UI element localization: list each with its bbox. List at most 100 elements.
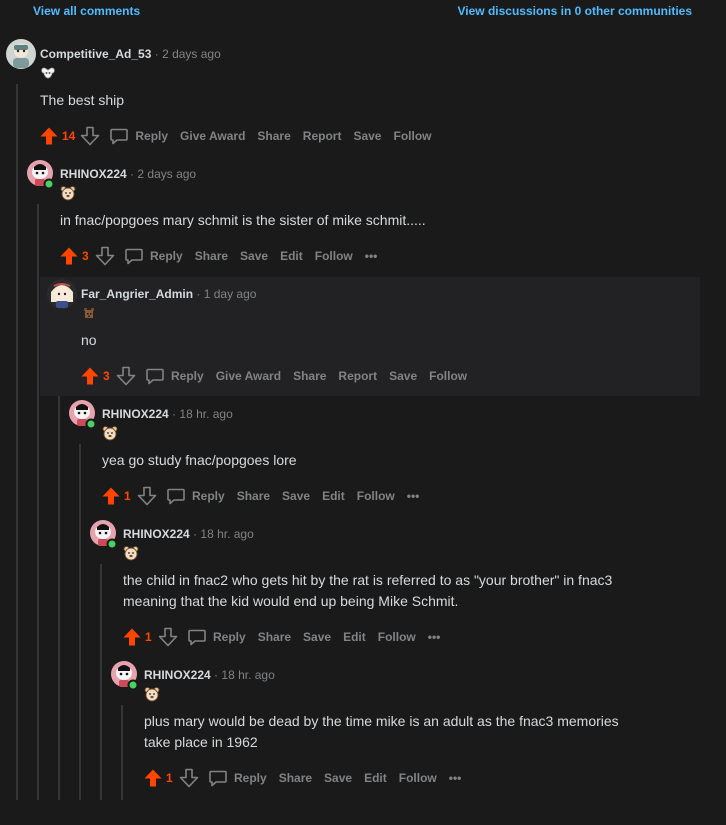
save-button[interactable]: Save [353,129,381,143]
comment-text-line: the child in fnac2 who gets hit by the r… [123,572,613,588]
user-avatar[interactable] [88,518,120,550]
view-all-comments-link[interactable]: View all comments [33,4,140,18]
timestamp[interactable]: 1 day ago [204,287,257,301]
thread-line[interactable] [37,204,39,800]
save-button[interactable]: Save [389,369,417,383]
reply-button[interactable]: Reply [124,246,183,266]
give-award-button[interactable]: Give Award [180,129,245,143]
thread-line[interactable] [121,705,123,800]
vote-score: 14 [62,129,76,143]
upvote-icon[interactable] [121,626,143,648]
username[interactable]: RHINOX224 [102,407,169,421]
reply-icon [166,486,186,506]
username[interactable]: Far_Angrier_Admin [81,287,193,301]
reply-button[interactable]: Reply [145,366,204,386]
report-button[interactable]: Report [338,369,377,383]
give-award-button[interactable]: Give Award [216,369,281,383]
user-avatar[interactable] [46,278,78,310]
more-options-icon[interactable]: ••• [428,630,441,644]
follow-button[interactable]: Follow [399,771,437,785]
more-options-icon[interactable]: ••• [449,771,462,785]
user-avatar[interactable] [109,659,141,691]
more-options-icon[interactable]: ••• [407,489,420,503]
share-button[interactable]: Share [257,129,290,143]
edit-button[interactable]: Edit [343,630,366,644]
upvote-icon[interactable] [58,245,80,267]
more-options-icon[interactable]: ••• [365,249,378,263]
save-button[interactable]: Save [282,489,310,503]
vote-score: 3 [103,369,110,383]
vote-score: 1 [166,771,173,785]
reply-button[interactable]: Reply [208,768,267,788]
comment-body: plus mary would be dead by the time mike… [144,711,619,753]
reply-icon [187,627,207,647]
upvote-icon[interactable] [38,125,60,147]
upvote-icon[interactable] [142,767,164,789]
username[interactable]: Competitive_Ad_53 [40,47,151,61]
username[interactable]: RHINOX224 [60,167,127,181]
follow-button[interactable]: Follow [315,249,353,263]
thread-line[interactable] [100,564,102,800]
timestamp[interactable]: 2 days ago [162,47,221,61]
downvote-icon[interactable] [157,626,179,648]
save-button[interactable]: Save [240,249,268,263]
upvote-icon[interactable] [79,365,101,387]
vote-score: 3 [82,249,89,263]
reply-button[interactable]: Reply [187,627,246,647]
reply-button[interactable]: Reply [166,486,225,506]
timestamp[interactable]: 18 hr. ago [179,407,232,421]
separator-dot: · [214,668,219,682]
reply-icon [208,768,228,788]
share-button[interactable]: Share [258,630,291,644]
timestamp[interactable]: 2 days ago [137,167,196,181]
comment-actions: 14 Reply Give Award Share Report Save Fo… [38,124,443,148]
reply-button[interactable]: Reply [109,126,168,146]
comment-text-line: yea go study fnac/popgoes lore [102,452,297,468]
bear-face-icon [144,686,160,702]
username[interactable]: RHINOX224 [123,527,190,541]
downvote-icon[interactable] [79,125,101,147]
vote-score: 1 [145,630,152,644]
report-button[interactable]: Report [303,129,342,143]
bear-face-icon [102,425,118,441]
share-button[interactable]: Share [293,369,326,383]
share-button[interactable]: Share [195,249,228,263]
thread-line[interactable] [16,84,18,800]
follow-button[interactable]: Follow [429,369,467,383]
comment-meta: RHINOX224 · 2 days ago [60,167,196,181]
user-avatar[interactable] [25,158,57,190]
follow-button[interactable]: Follow [378,630,416,644]
view-discussions-link[interactable]: View discussions in 0 other communities [457,4,692,18]
timestamp[interactable]: 18 hr. ago [200,527,253,541]
timestamp[interactable]: 18 hr. ago [221,668,274,682]
thread-line[interactable] [79,444,81,800]
bear-face-icon [123,545,139,561]
user-avatar[interactable] [67,398,99,430]
downvote-icon[interactable] [115,365,137,387]
edit-button[interactable]: Edit [280,249,303,263]
ram-skull-icon [40,65,56,81]
comment-actions: 3 Reply Share Save Edit Follow ••• [58,244,377,268]
save-button[interactable]: Save [324,771,352,785]
follow-button[interactable]: Follow [357,489,395,503]
vote-score: 1 [124,489,131,503]
downvote-icon[interactable] [178,767,200,789]
comment-text-line: no [81,332,97,348]
comment-actions: 1 Reply Share Save Edit Follow ••• [142,766,461,790]
upvote-icon[interactable] [100,485,122,507]
downvote-icon[interactable] [94,245,116,267]
save-button[interactable]: Save [303,630,331,644]
comment-actions: 1 Reply Share Save Edit Follow ••• [100,484,419,508]
reply-icon [124,246,144,266]
comment-text-line: plus mary would be dead by the time mike… [144,713,619,729]
downvote-icon[interactable] [136,485,158,507]
username[interactable]: RHINOX224 [144,668,211,682]
share-button[interactable]: Share [237,489,270,503]
edit-button[interactable]: Edit [364,771,387,785]
user-avatar[interactable] [5,38,37,70]
follow-button[interactable]: Follow [393,129,431,143]
edit-button[interactable]: Edit [322,489,345,503]
share-button[interactable]: Share [279,771,312,785]
separator-dot: · [154,47,159,61]
comment-body: yea go study fnac/popgoes lore [102,450,297,471]
